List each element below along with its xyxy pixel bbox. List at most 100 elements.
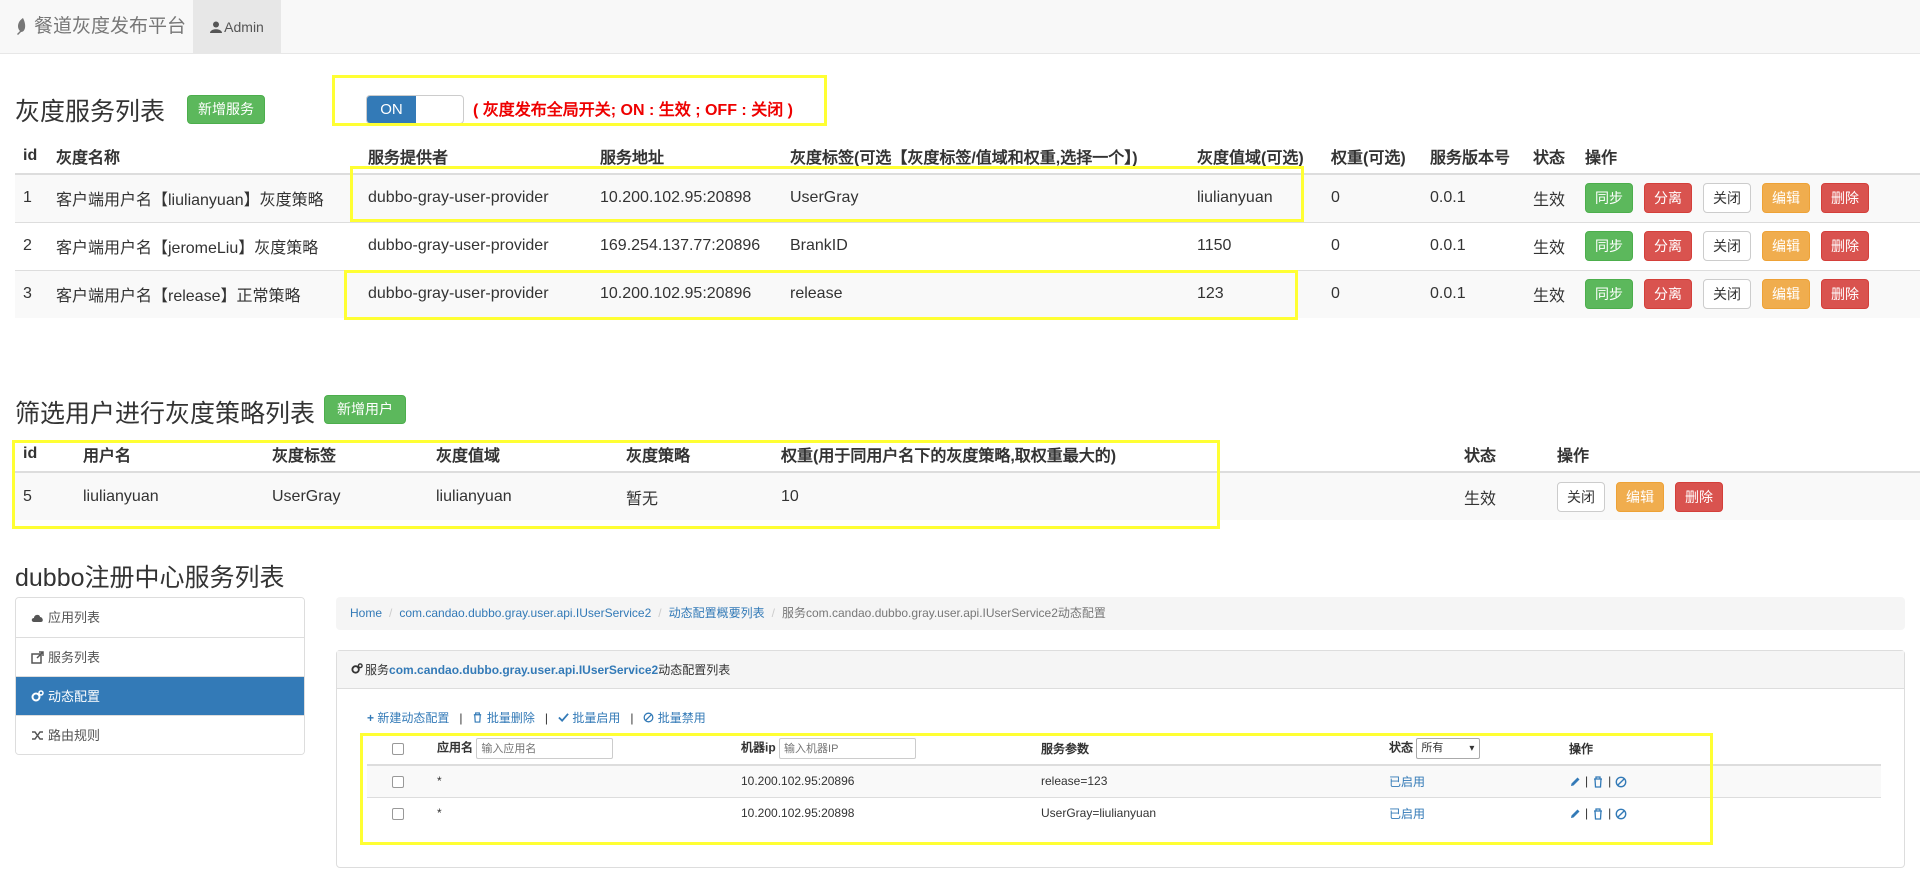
sync-button[interactable]: 同步 [1585, 231, 1633, 261]
cell-status[interactable]: 已启用 [1381, 796, 1561, 829]
split-button[interactable]: 分离 [1644, 231, 1692, 261]
ban-icon[interactable] [1615, 808, 1627, 820]
sidebar-item-dynamic-config[interactable]: 动态配置 [16, 676, 304, 715]
new-config-button[interactable]: + 新建动态配置 [367, 711, 449, 725]
cell-name: 客户端用户名【release】正常策略 [48, 269, 360, 318]
add-service-button[interactable]: 新增服务 [187, 95, 265, 124]
batch-delete-button[interactable]: 批量删除 [472, 711, 535, 725]
col-tag: 灰度标签(可选【灰度标签/值域和权重,选择一个】) [782, 138, 1189, 175]
split-button[interactable]: 分离 [1644, 183, 1692, 214]
table-row: * 10.200.102.95:20898 UserGray=liulianyu… [367, 796, 1881, 829]
col-ops: 操作 [1561, 733, 1881, 766]
ban-icon[interactable] [1615, 776, 1627, 788]
ban-icon [644, 712, 654, 723]
cell-app: * [429, 764, 733, 797]
row-checkbox[interactable] [392, 808, 404, 821]
cell-tag: release [782, 269, 1189, 318]
cell-params: release=123 [1033, 764, 1381, 797]
sidebar-item-label: 动态配置 [48, 689, 101, 704]
cell-username: liulianyuan [75, 472, 264, 520]
ip-filter-input[interactable] [779, 738, 917, 759]
trash-icon[interactable] [1592, 808, 1604, 820]
status-filter-select[interactable]: 所有 [1416, 738, 1481, 759]
gray-services-table: id 灰度名称 服务提供者 服务地址 灰度标签(可选【灰度标签/值域和权重,选择… [15, 138, 1920, 318]
cell-id: 3 [15, 269, 48, 318]
close-button[interactable]: 关闭 [1703, 183, 1751, 214]
cell-actions: 同步 分离 关闭 编辑 删除 [1577, 269, 1920, 318]
cell-strategy: 暂无 [618, 472, 773, 520]
cell-status: 生效 [1456, 472, 1549, 520]
breadcrumb-service[interactable]: com.candao.dubbo.gray.user.api.IUserServ… [399, 606, 651, 620]
col-address: 服务地址 [592, 138, 782, 175]
col-version: 服务版本号 [1422, 138, 1525, 175]
new-config-label: 新建动态配置 [377, 711, 450, 725]
cell-range: 1150 [1189, 221, 1323, 270]
select-all-checkbox[interactable] [392, 743, 404, 756]
add-user-button[interactable]: 新增用户 [324, 395, 406, 424]
trash-icon[interactable] [1592, 776, 1604, 788]
col-params: 服务参数 [1033, 733, 1381, 766]
split-button[interactable]: 分离 [1644, 279, 1692, 310]
plus-icon: + [367, 711, 378, 725]
nav-admin[interactable]: Admin [193, 0, 281, 54]
cell-params: UserGray=liulianyuan [1033, 796, 1381, 829]
cell-id: 1 [15, 173, 48, 222]
close-button[interactable]: 关闭 [1557, 481, 1605, 512]
pencil-icon[interactable] [1569, 776, 1581, 788]
batch-delete-label: 批量删除 [486, 711, 535, 725]
row-checkbox[interactable] [392, 776, 404, 789]
batch-enable-button[interactable]: 批量启用 [558, 711, 620, 725]
app-filter-input[interactable] [476, 738, 614, 759]
batch-disable-button[interactable]: 批量禁用 [643, 711, 706, 725]
cogs-icon [31, 690, 44, 702]
batch-enable-label: 批量启用 [572, 711, 621, 725]
close-button[interactable]: 关闭 [1703, 279, 1751, 310]
sidebar-item-services[interactable]: 服务列表 [16, 637, 304, 676]
cell-actions: 关闭 编辑 删除 [1549, 472, 1920, 520]
sidebar-item-routes[interactable]: 路由规则 [16, 715, 304, 754]
cell-address: 169.254.137.77:20896 [592, 221, 782, 270]
brand[interactable]: 餐道灰度发布平台 [14, 0, 186, 54]
delete-button[interactable]: 删除 [1821, 231, 1869, 261]
sync-button[interactable]: 同步 [1585, 183, 1633, 214]
panel-title-suffix: 动态配置列表 [658, 663, 731, 677]
cell-tag: UserGray [264, 472, 428, 520]
cell-ops: | | [1561, 796, 1881, 829]
edit-button[interactable]: 编辑 [1762, 279, 1810, 310]
breadcrumb-home[interactable]: Home [350, 606, 382, 620]
cell-range: 123 [1189, 269, 1323, 318]
cell-tag: BrankID [782, 221, 1189, 270]
cell-address: 10.200.102.95:20896 [592, 269, 782, 318]
config-panel: 服务com.candao.dubbo.gray.user.api.IUserSe… [336, 650, 1905, 868]
edit-button[interactable]: 编辑 [1616, 481, 1664, 512]
toggle-on-label: ON [367, 96, 416, 123]
cell-weight: 0 [1323, 221, 1422, 270]
share-icon [31, 651, 44, 664]
cell-range: liulianyuan [1189, 173, 1323, 222]
edit-button[interactable]: 编辑 [1762, 231, 1810, 261]
breadcrumb-config-summary[interactable]: 动态配置概要列表 [669, 606, 765, 620]
table-row: 2 客户端用户名【jeromeLiu】灰度策略 dubbo-gray-user-… [15, 221, 1920, 270]
col-actions: 操作 [1577, 138, 1920, 175]
global-gray-toggle[interactable]: ON [366, 95, 464, 124]
cell-weight: 10 [773, 472, 1456, 520]
gray-services-title: 灰度服务列表 [15, 98, 166, 126]
table-row: 5 liulianyuan UserGray liulianyuan 暂无 10… [15, 472, 1920, 520]
user-strategies-title: 筛选用户进行灰度策略列表 [15, 400, 316, 428]
sidebar-item-apps[interactable]: 应用列表 [16, 598, 304, 637]
col-id: id [15, 138, 48, 175]
sync-button[interactable]: 同步 [1585, 279, 1633, 310]
edit-button[interactable]: 编辑 [1762, 183, 1810, 214]
delete-button[interactable]: 删除 [1821, 279, 1869, 310]
config-table: 应用名 机器ip 服务参数 状态 所有 操作 * 10.200.102.95:2… [367, 733, 1881, 829]
cell-app: * [429, 796, 733, 829]
close-button[interactable]: 关闭 [1703, 231, 1751, 261]
pencil-icon[interactable] [1569, 808, 1581, 820]
cell-status[interactable]: 已启用 [1381, 764, 1561, 797]
cell-select [367, 764, 429, 797]
delete-button[interactable]: 删除 [1821, 183, 1869, 214]
cell-status: 生效 [1525, 269, 1577, 318]
delete-button[interactable]: 删除 [1675, 481, 1723, 512]
sidebar-item-label: 服务列表 [48, 650, 101, 665]
cell-provider: dubbo-gray-user-provider [360, 173, 592, 222]
